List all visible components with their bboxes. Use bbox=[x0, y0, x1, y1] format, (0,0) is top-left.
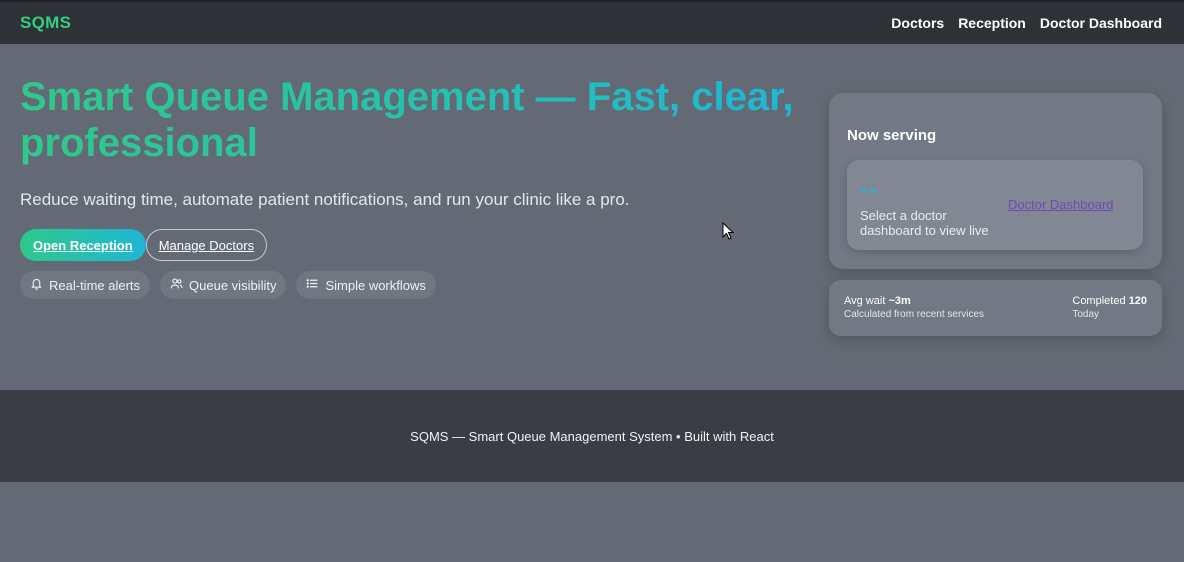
completed-sub: Today bbox=[1072, 309, 1100, 320]
now-serving-card: Now serving -- Select a doctor dashboard… bbox=[829, 93, 1162, 269]
cta-buttons: Open Reception Manage Doctors bbox=[20, 229, 268, 261]
manage-doctors-button[interactable]: Manage Doctors bbox=[145, 229, 268, 261]
stats-card: Avg wait ~3m Calculated from recent serv… bbox=[829, 280, 1162, 336]
chip-label: Simple workflows bbox=[325, 277, 426, 293]
now-serving-number: -- bbox=[860, 177, 879, 202]
list-icon bbox=[306, 277, 319, 293]
footer-text: SQMS — Smart Queue Management System • B… bbox=[410, 428, 774, 444]
hero-headline: Smart Queue Management — Fast, clear, pr… bbox=[20, 74, 810, 166]
bell-icon bbox=[30, 277, 43, 293]
nav-link-reception[interactable]: Reception bbox=[958, 15, 1026, 31]
now-serving-title: Now serving bbox=[847, 127, 937, 144]
hero-subtitle: Reduce waiting time, automate patient no… bbox=[20, 190, 630, 209]
chip-queue-visibility: Queue visibility bbox=[160, 271, 287, 299]
users-icon bbox=[170, 277, 183, 293]
chip-label: Real-time alerts bbox=[49, 277, 141, 293]
mouse-cursor-icon bbox=[722, 222, 734, 240]
avg-wait-sub: Calculated from recent services bbox=[844, 309, 985, 320]
brand-logo[interactable]: SQMS bbox=[20, 13, 71, 33]
nav-link-doctors[interactable]: Doctors bbox=[891, 15, 944, 31]
nav-links: Doctors Reception Doctor Dashboard bbox=[891, 15, 1162, 31]
open-reception-button[interactable]: Open Reception bbox=[20, 229, 146, 261]
avg-wait-label: Avg wait bbox=[844, 295, 886, 307]
now-serving-panel: -- Select a doctor dashboard to view liv… bbox=[847, 160, 1143, 250]
nav-link-doctor-dashboard[interactable]: Doctor Dashboard bbox=[1040, 15, 1162, 31]
feature-chips: Real-time alerts Queue visibility Simple… bbox=[20, 271, 436, 299]
avg-wait-stat: Avg wait ~3m Calculated from recent serv… bbox=[844, 295, 984, 320]
now-serving-hint: Select a doctor dashboard to view live bbox=[860, 208, 989, 238]
avg-wait-value: ~3m bbox=[888, 295, 911, 307]
completed-value: 120 bbox=[1128, 295, 1147, 307]
top-navbar: SQMS Doctors Reception Doctor Dashboard bbox=[0, 0, 1184, 44]
doctor-dashboard-link[interactable]: Doctor Dashboard bbox=[1008, 197, 1114, 212]
chip-real-time-alerts: Real-time alerts bbox=[20, 271, 151, 299]
completed-label: Completed bbox=[1072, 295, 1126, 307]
footer: SQMS — Smart Queue Management System • B… bbox=[0, 390, 1184, 482]
completed-stat: Completed 120 Today bbox=[1072, 295, 1147, 320]
page-background bbox=[0, 482, 1184, 562]
chip-simple-workflows: Simple workflows bbox=[296, 271, 436, 299]
chip-label: Queue visibility bbox=[189, 277, 277, 293]
